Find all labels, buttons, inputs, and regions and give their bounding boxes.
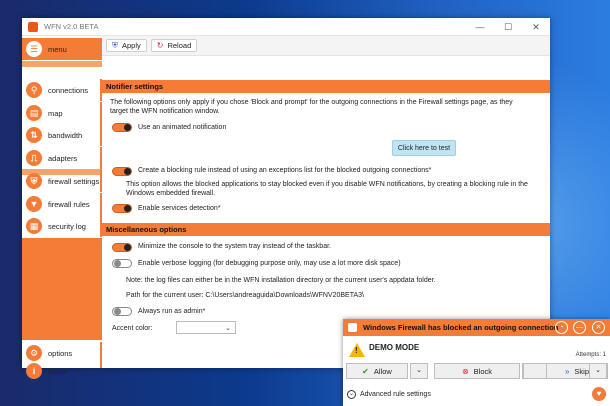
advanced-rule-settings-label: Advanced rule settings [360,391,431,398]
blocking-rule-desc-line1: This option allows the blocked applicati… [126,181,528,188]
chevron-down-icon: ⌄ [347,390,356,399]
skip-icon: » [564,366,570,376]
sidebar-item-map[interactable]: ▤ map [22,102,102,124]
attempts-count: Attempts: 1 [575,352,606,358]
run-as-admin-toggle[interactable] [112,307,132,316]
test-notification-button[interactable]: Click here to test [392,140,456,156]
blocking-rule-toggle[interactable] [112,167,132,176]
current-user-path: Path for the current user: C:\Users\andr… [126,292,364,299]
adapters-icon: ⎍ [26,150,42,166]
sidebar-item-bandwidth[interactable]: ⇅ bandwidth [22,124,102,146]
apply-label: Apply [122,41,141,50]
close-button[interactable]: ✕ [592,321,605,334]
block-icon: ⊗ [461,366,469,376]
sidebar-item-menu[interactable]: ☰ menu [22,38,102,60]
animated-notification-toggle[interactable] [112,123,132,132]
gear-icon: ⚙ [26,345,42,361]
notifier-settings-header: Notifier settings [102,80,550,93]
heart-icon[interactable]: ♥ [592,387,606,401]
services-detection-toggle[interactable] [112,204,132,213]
window-title: WFN v2.0 BETA [44,22,99,31]
minimize-to-tray-toggle[interactable] [112,243,132,252]
sidebar-item-label: options [48,348,73,358]
bandwidth-icon: ⇅ [26,127,42,143]
sidebar-item-label: menu [48,44,67,54]
wfn-main-window: WFN v2.0 BETA — ☐ ✕ ☰ menu ⚲ connections… [22,18,550,379]
sidebar-item-label: firewall rules [48,199,90,209]
minimize-to-tray-label: Minimize the console to the system tray … [138,243,331,250]
sidebar-item-firewall-rules[interactable]: ▼ firewall rules [22,193,102,215]
info-icon: i [26,363,42,379]
app-icon [28,21,38,32]
block-button[interactable]: ⊗ Block [434,363,520,379]
log-location-note: Note: the log files can either be in the… [126,277,436,284]
sidebar-item-about[interactable]: i about [22,363,102,379]
misc-options-header: Miscellaneous options [102,223,550,236]
minimize-button[interactable]: — [573,321,586,334]
sidebar-item-label: bandwidth [48,130,83,140]
reload-label: Reload [167,41,192,50]
log-icon: ▦ [26,218,42,234]
list-icon: ☰ [26,41,42,57]
sidebar-item-security-log[interactable]: ▦ security log [22,215,102,237]
connections-icon: ⚲ [26,82,42,98]
maximize-button[interactable]: ☐ [494,18,522,36]
notifier-intro-line1: The following options only apply if you … [110,99,513,106]
verbose-logging-label: Enable verbose logging (for debugging pu… [138,260,401,267]
blocking-rule-label: Create a blocking rule instead of using … [138,167,432,174]
sidebar-item-options[interactable]: ⚙ options [22,342,102,364]
sidebar-item-connections[interactable]: ⚲ connections [22,79,102,101]
warning-icon: ! [349,343,365,357]
reload-button[interactable]: ↻ Reload [150,39,198,52]
blocking-rule-desc-line2: Windows embedded firewall. [126,190,216,197]
sidebar-item-label: about [48,367,67,376]
sidebar-item-label: map [48,108,63,118]
notification-title: Windows Firewall has blocked an outgoing… [363,323,559,332]
sidebar: ☰ menu ⚲ connections ▤ map ⇅ bandwidth ⎍… [22,36,102,379]
reload-icon: ↻ [156,41,164,50]
blocked-connection-notification: Windows Firewall has blocked an outgoing… [343,319,610,406]
map-icon: ▤ [26,105,42,121]
shield-icon: ⛨ [26,173,42,189]
services-detection-label: Enable services detection* [138,205,221,212]
blocked-app-name: DEMO MODE [369,343,420,352]
sidebar-item-label: adapters [48,153,78,163]
animated-notification-label: Use an animated notification [138,124,227,131]
sidebar-item-adapters[interactable]: ⎍ adapters [22,147,102,169]
shield-icon: ⛨ [112,40,118,50]
block-label: Block [473,366,493,376]
sidebar-divider [22,61,102,67]
pin-button[interactable]: ◔ [555,321,568,334]
accent-color-select[interactable]: ⌄ [176,321,236,334]
skip-dropdown[interactable]: ⌄ [589,363,607,379]
sidebar-item-label: security log [48,221,86,231]
allow-button[interactable]: ✔ Allow [346,363,408,379]
minimize-button[interactable]: — [466,18,494,36]
allow-label: Allow [373,366,392,376]
accent-color-label: Accent color: [112,325,153,332]
sidebar-item-firewall-settings[interactable]: ⛨ firewall settings [22,170,102,192]
notifier-intro-line2: target the WFN notification window. [110,108,220,115]
allow-dropdown[interactable]: ⌄ [410,363,428,379]
advanced-rule-settings[interactable]: ⌄ Advanced rule settings [347,390,431,399]
notification-header: Windows Firewall has blocked an outgoing… [343,319,610,336]
sidebar-item-label: connections [48,85,89,95]
apply-button[interactable]: ⛨ Apply [106,39,147,52]
skip-label: Skip [574,366,590,376]
toolbar: ⛨ Apply ↻ Reload [102,36,550,56]
sidebar-item-label: firewall settings [48,176,100,186]
chevron-down-icon: ⌄ [225,325,231,332]
check-icon: ✔ [362,366,369,376]
app-icon [348,323,357,332]
verbose-logging-toggle[interactable] [112,259,132,268]
close-button[interactable]: ✕ [522,18,550,36]
title-bar[interactable]: WFN v2.0 BETA — ☐ ✕ [22,18,550,36]
run-as-admin-label: Always run as admin* [138,308,206,315]
funnel-icon: ▼ [26,196,42,212]
sidebar-filler [22,238,102,340]
